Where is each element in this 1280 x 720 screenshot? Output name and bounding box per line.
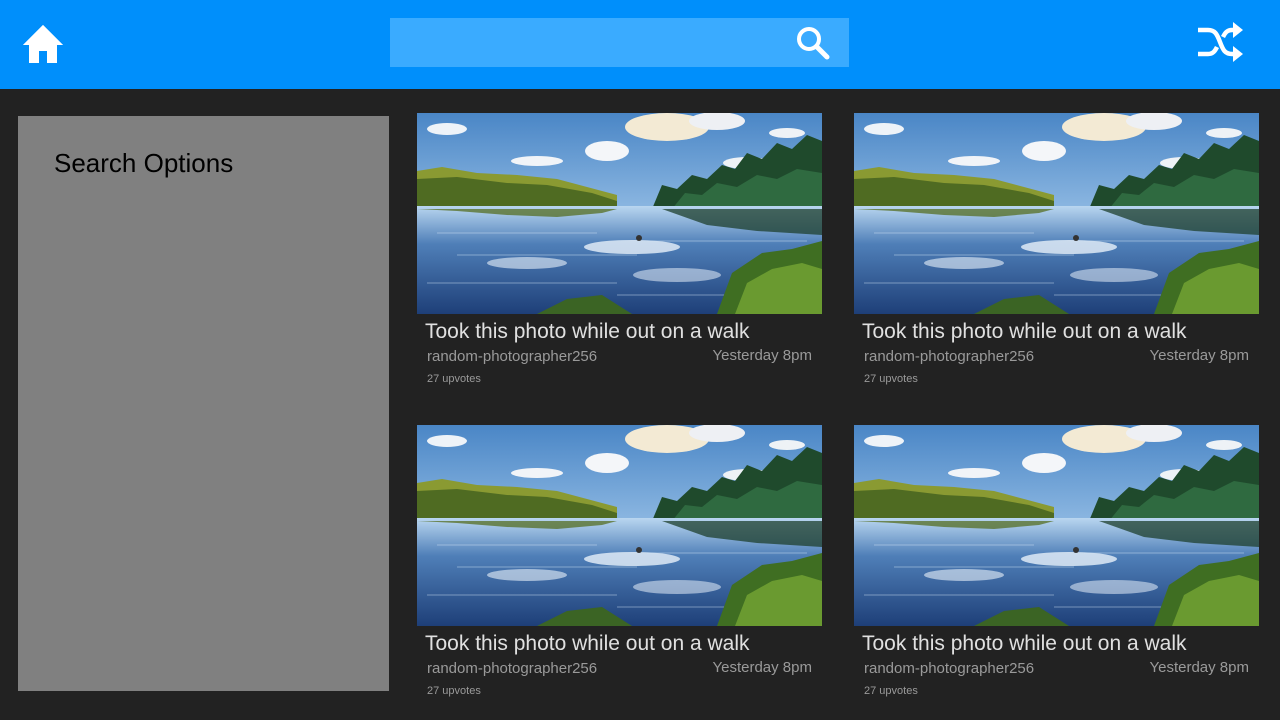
post-author[interactable]: random-photographer256 [427, 660, 597, 677]
post-upvotes: 27 upvotes [864, 373, 918, 385]
post-time: Yesterday 8pm [712, 347, 812, 364]
post-card[interactable]: Took this photo while out on a walk rand… [854, 425, 1259, 715]
post-title: Took this photo while out on a walk [862, 632, 1187, 655]
post-image [854, 113, 1259, 314]
post-image [854, 425, 1259, 626]
post-card[interactable]: Took this photo while out on a walk rand… [854, 113, 1259, 403]
search-input[interactable] [390, 18, 790, 67]
post-title: Took this photo while out on a walk [862, 320, 1187, 343]
home-button[interactable] [20, 21, 66, 67]
search-options-panel: Search Options [18, 116, 389, 691]
post-upvotes: 27 upvotes [427, 373, 481, 385]
post-upvotes: 27 upvotes [864, 685, 918, 697]
home-icon [23, 25, 63, 63]
post-image [417, 113, 822, 314]
shuffle-icon [1198, 22, 1243, 62]
shuffle-button[interactable] [1195, 21, 1245, 63]
post-author[interactable]: random-photographer256 [427, 348, 597, 365]
post-upvotes: 27 upvotes [427, 685, 481, 697]
post-image [417, 425, 822, 626]
post-card[interactable]: Took this photo while out on a walk rand… [417, 113, 822, 403]
search-icon [797, 27, 830, 60]
post-time: Yesterday 8pm [712, 659, 812, 676]
post-author[interactable]: random-photographer256 [864, 660, 1034, 677]
post-title: Took this photo while out on a walk [425, 320, 750, 343]
post-card[interactable]: Took this photo while out on a walk rand… [417, 425, 822, 715]
post-time: Yesterday 8pm [1149, 347, 1249, 364]
top-bar [0, 0, 1280, 89]
search-box [390, 18, 849, 67]
post-title: Took this photo while out on a walk [425, 632, 750, 655]
search-options-title: Search Options [54, 148, 234, 178]
search-button[interactable] [795, 25, 831, 61]
post-author[interactable]: random-photographer256 [864, 348, 1034, 365]
post-time: Yesterday 8pm [1149, 659, 1249, 676]
